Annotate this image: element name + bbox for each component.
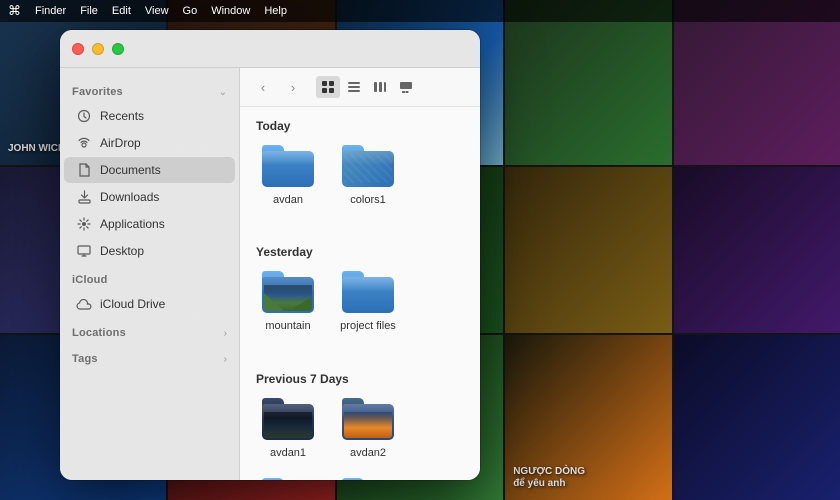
edit-menu[interactable]: Edit: [112, 5, 131, 17]
folder-icon-sound-effects: [342, 478, 394, 480]
folder-icon-avdan1: [262, 398, 314, 440]
folder-icon-project-files: [342, 271, 394, 313]
file-label-avdan1: avdan1: [266, 444, 310, 462]
window-menu[interactable]: Window: [211, 5, 250, 17]
file-label-avdan2: avdan2: [346, 444, 390, 462]
airdrop-label: AirDrop: [100, 136, 141, 150]
tags-header[interactable]: Tags ›: [60, 347, 239, 369]
columns-view-button[interactable]: [368, 76, 392, 98]
title-bar: [60, 30, 480, 68]
today-title: Today: [256, 119, 464, 133]
favorites-chevron[interactable]: ⌄: [219, 87, 227, 98]
file-item-colors1[interactable]: colors1: [336, 145, 400, 209]
favorites-header: Favorites ⌄: [60, 80, 239, 102]
icloud-drive-label: iCloud Drive: [100, 297, 165, 311]
recents-label: Recents: [100, 109, 144, 123]
previous-title: Previous 7 Days: [256, 372, 464, 386]
gallery-view-button[interactable]: [394, 76, 418, 98]
file-item-project-files[interactable]: project files: [336, 271, 400, 335]
list-view-button[interactable]: [342, 76, 366, 98]
sidebar-item-documents[interactable]: Documents: [64, 157, 235, 183]
tags-chevron[interactable]: ›: [224, 354, 227, 365]
desktop-icon: [76, 243, 92, 259]
file-item-sound-effects[interactable]: sound effects: [336, 478, 400, 480]
window-content: Favorites ⌄ Recents: [60, 68, 480, 480]
sidebar-item-recents[interactable]: Recents: [64, 103, 235, 129]
file-menu[interactable]: File: [80, 5, 98, 17]
sidebar-item-airdrop[interactable]: AirDrop: [64, 130, 235, 156]
today-files: avdan colors1: [256, 145, 464, 209]
applications-icon: [76, 216, 92, 232]
menubar: ⌘ Finder File Edit View Go Window Help: [0, 0, 840, 22]
recents-icon: [76, 108, 92, 124]
apple-menu[interactable]: ⌘: [8, 3, 21, 19]
yesterday-section: Yesterday mountain: [240, 233, 480, 351]
sidebar: Favorites ⌄ Recents: [60, 68, 240, 480]
folder-icon-pictures: [262, 478, 314, 480]
today-section: Today avdan: [240, 107, 480, 225]
maximize-button[interactable]: [112, 43, 124, 55]
desktop-label: Desktop: [100, 244, 144, 258]
file-item-avdan1[interactable]: avdan1: [256, 398, 320, 462]
grid-view-button[interactable]: [316, 76, 340, 98]
go-menu[interactable]: Go: [183, 5, 198, 17]
folder-icon-colors1: [342, 145, 394, 187]
finder-window: Favorites ⌄ Recents: [60, 30, 480, 480]
folder-icon-avdan2: [342, 398, 394, 440]
file-label-project-files: project files: [336, 317, 400, 335]
icloud-label: iCloud: [72, 274, 108, 286]
finder-menu[interactable]: Finder: [35, 5, 66, 17]
documents-icon: [76, 162, 92, 178]
previous-section: Previous 7 Days avdan1: [240, 360, 480, 480]
file-item-pictures[interactable]: pictures: [256, 478, 320, 480]
downloads-label: Downloads: [100, 190, 159, 204]
content-toolbar: ‹ ›: [240, 68, 480, 107]
forward-button[interactable]: ›: [282, 76, 304, 98]
file-label-avdan: avdan: [269, 191, 307, 209]
folder-icon-mountain: [262, 271, 314, 313]
sidebar-item-desktop[interactable]: Desktop: [64, 238, 235, 264]
back-button[interactable]: ‹: [252, 76, 274, 98]
tags-label: Tags: [72, 353, 98, 365]
sidebar-item-applications[interactable]: Applications: [64, 211, 235, 237]
view-controls: [316, 76, 418, 98]
yesterday-files: mountain project files: [256, 271, 464, 335]
favorites-label: Favorites: [72, 86, 123, 98]
documents-label: Documents: [100, 163, 161, 177]
sidebar-item-icloud-drive[interactable]: iCloud Drive: [64, 291, 235, 317]
minimize-button[interactable]: [92, 43, 104, 55]
locations-label: Locations: [72, 327, 126, 339]
folder-icon-avdan: [262, 145, 314, 187]
help-menu[interactable]: Help: [264, 5, 287, 17]
file-label-colors1: colors1: [346, 191, 389, 209]
applications-label: Applications: [100, 217, 165, 231]
file-item-avdan[interactable]: avdan: [256, 145, 320, 209]
view-menu[interactable]: View: [145, 5, 169, 17]
yesterday-title: Yesterday: [256, 245, 464, 259]
icloud-drive-icon: [76, 296, 92, 312]
file-label-mountain: mountain: [261, 317, 314, 335]
locations-chevron[interactable]: ›: [224, 328, 227, 339]
previous-files: avdan1 avdan2: [256, 398, 464, 480]
close-button[interactable]: [72, 43, 84, 55]
file-item-avdan2[interactable]: avdan2: [336, 398, 400, 462]
locations-header[interactable]: Locations ›: [60, 321, 239, 343]
airdrop-icon: [76, 135, 92, 151]
file-item-mountain[interactable]: mountain: [256, 271, 320, 335]
downloads-icon: [76, 189, 92, 205]
main-content: ‹ ›: [240, 68, 480, 480]
icloud-header: iCloud: [60, 268, 239, 290]
sidebar-item-downloads[interactable]: Downloads: [64, 184, 235, 210]
traffic-lights: [72, 43, 124, 55]
